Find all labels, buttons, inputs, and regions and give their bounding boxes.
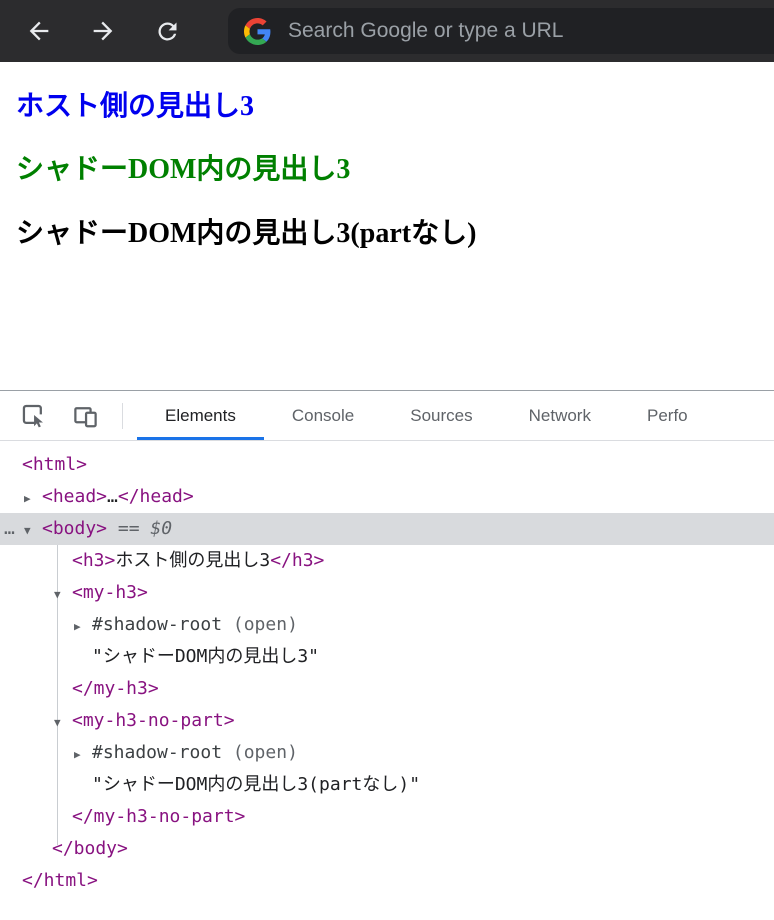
elements-tree: <html> ▶ <head>…</head>… ▼ <body> == $0 <h3>ホ… xyxy=(0,441,774,920)
node-text: </my-h3> xyxy=(72,678,159,699)
tab-sources[interactable]: Sources xyxy=(382,391,500,440)
page-content: ホスト側の見出し3 シャドーDOM内の見出し3 シャドーDOM内の見出し3(pa… xyxy=(0,62,774,390)
tab-network[interactable]: Network xyxy=(501,391,619,440)
node-text: <head> xyxy=(42,486,108,507)
toolbar-divider xyxy=(122,402,123,429)
expand-arrow-icon[interactable]: ▶ xyxy=(24,483,42,515)
forward-button[interactable] xyxy=(88,16,118,46)
google-logo-icon xyxy=(244,17,271,45)
node-text: </html> xyxy=(22,870,98,891)
node-text: <h3> xyxy=(72,550,116,571)
shadow-dom-no-part-heading: シャドーDOM内の見出し3(partなし) xyxy=(16,217,477,249)
devtools-toolbar: Elements Console Sources Network Perfo xyxy=(0,391,774,441)
node-text: </head> xyxy=(117,486,194,507)
tree-row[interactable]: </body> xyxy=(0,833,774,865)
node-text: ホスト側の見出し3 xyxy=(115,550,271,571)
collapse-arrow-icon[interactable]: ▼ xyxy=(54,707,72,739)
collapse-arrow-icon[interactable]: ▼ xyxy=(54,579,72,611)
collapse-arrow-icon[interactable]: ▼ xyxy=(24,515,42,547)
devtools-tabs: Elements Console Sources Network Perfo xyxy=(137,391,716,440)
device-toolbar-button[interactable] xyxy=(70,401,100,431)
tree-row[interactable]: ▶ #shadow-root (open) xyxy=(0,609,774,641)
tree-row[interactable]: "シャドーDOM内の見出し3(partなし)" xyxy=(0,769,774,801)
tab-elements[interactable]: Elements xyxy=(137,391,264,440)
tree-row[interactable]: </my-h3-no-part> xyxy=(0,801,774,833)
node-text: #shadow-root xyxy=(92,614,223,635)
tree-row[interactable]: ▶ #shadow-root (open) xyxy=(0,737,774,769)
node-text: "シャドーDOM内の見出し3(partなし)" xyxy=(92,774,421,795)
more-actions-icon[interactable]: … xyxy=(4,513,16,545)
shadow-dom-heading: シャドーDOM内の見出し3 xyxy=(16,154,351,186)
node-text: (open) xyxy=(222,742,298,763)
tree-row[interactable]: <h3>ホスト側の見出し3</h3> xyxy=(0,545,774,577)
expand-arrow-icon[interactable]: ▶ xyxy=(74,739,92,771)
tree-row[interactable]: ▼ <my-h3-no-part> xyxy=(0,705,774,737)
tree-row[interactable]: "シャドーDOM内の見出し3" xyxy=(0,641,774,673)
device-toolbar-icon xyxy=(73,407,97,428)
inspect-element-button[interactable] xyxy=(18,401,48,431)
node-text: <my-h3-no-part> xyxy=(72,710,235,731)
tree-row[interactable]: … ▼ <body> == $0 xyxy=(0,513,774,545)
tree-row[interactable]: </html> xyxy=(0,865,774,897)
reload-button[interactable] xyxy=(152,16,182,46)
tab-console[interactable]: Console xyxy=(264,391,382,440)
node-text: $0 xyxy=(150,518,173,539)
reload-icon xyxy=(157,21,176,40)
tree-row[interactable]: ▶ <head>…</head> xyxy=(0,481,774,513)
url-input[interactable] xyxy=(286,18,774,44)
devtools-panel: Elements Console Sources Network Perfo <html… xyxy=(0,390,774,920)
expand-arrow-icon[interactable]: ▶ xyxy=(74,611,92,643)
tree-row[interactable]: <html> xyxy=(0,449,774,481)
omnibox[interactable] xyxy=(228,8,774,54)
node-text: </h3> xyxy=(270,550,325,571)
node-text: #shadow-root xyxy=(92,742,223,763)
browser-toolbar xyxy=(0,0,774,62)
forward-icon xyxy=(93,21,113,41)
node-text: <my-h3> xyxy=(72,582,148,603)
inspect-cursor-icon xyxy=(22,404,43,428)
node-text: </body> xyxy=(52,838,128,859)
node-text: </my-h3-no-part> xyxy=(72,806,246,827)
tab-perfo[interactable]: Perfo xyxy=(619,391,716,440)
back-icon xyxy=(29,21,49,41)
tree-row[interactable]: </my-h3> xyxy=(0,673,774,705)
node-text: (open) xyxy=(222,614,298,635)
node-text: <body> xyxy=(42,518,108,539)
node-text: == xyxy=(107,518,151,539)
node-text: … xyxy=(107,486,118,507)
node-text: <html> xyxy=(22,454,88,475)
tree-row[interactable]: ▼ <my-h3> xyxy=(0,577,774,609)
host-heading: ホスト側の見出し3 xyxy=(16,91,255,122)
back-button[interactable] xyxy=(24,16,54,46)
node-text: "シャドーDOM内の見出し3" xyxy=(92,646,320,667)
